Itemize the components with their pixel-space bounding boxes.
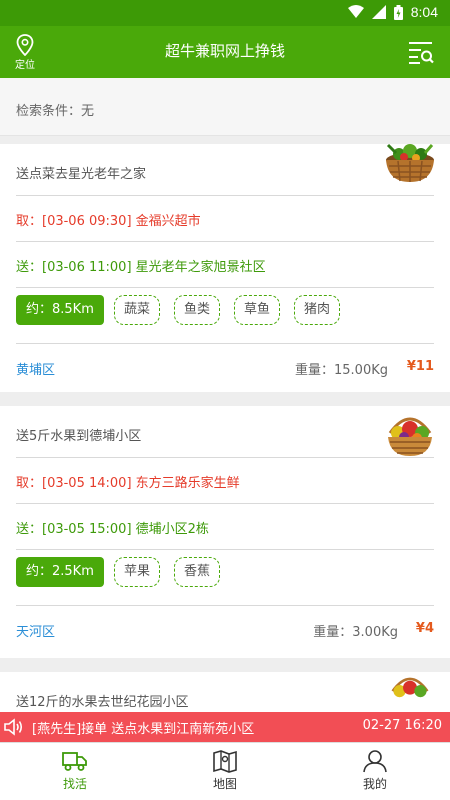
pickup-row: 取：[03-05 14:00] 东方三路乐家生鲜 <box>16 458 434 504</box>
dropoff-row: 送：[03-05 15:00] 德埔小区2栋 <box>16 504 434 550</box>
district-label: 天河区 <box>16 625 56 640</box>
tags-row: 约：2.5Km 苹果 香蕉 <box>16 550 434 606</box>
order-card[interactable]: 送5斤水果到德埔小区 取：[03-05 14:00] 东方三路乐家生鲜 送：[0… <box>0 406 450 658</box>
app-header: 定位 超牛兼职网上挣钱 <box>0 26 450 78</box>
tab-mine[interactable]: 我的 <box>340 749 410 792</box>
tab-map[interactable]: 地图 <box>190 749 260 792</box>
map-icon <box>213 750 237 773</box>
price-label: ¥11 <box>406 359 434 374</box>
order-footer-row: 黄埔区 重量：15.00Kg ¥11 <box>16 344 434 392</box>
status-icons: 8:04 <box>347 4 438 20</box>
goods-tag: 鱼类 <box>174 295 221 325</box>
weight-label: 重量：3.00Kg <box>313 625 398 640</box>
pickup-text: 取：[03-05 14:00] 东方三路乐家生鲜 <box>16 476 240 491</box>
order-title: 送12斤的水果去世纪花园小区 <box>16 695 189 710</box>
pickup-text: 取：[03-06 09:30] 金福兴超市 <box>16 214 201 229</box>
price-label: ¥4 <box>415 621 434 636</box>
goods-tag: 苹果 <box>114 557 161 587</box>
order-title-row: 送点菜去星光老年之家 <box>16 144 434 196</box>
goods-tag: 草鱼 <box>234 295 281 325</box>
ticker-time: 02-27 16:20 <box>362 718 442 733</box>
wifi-icon <box>347 5 364 18</box>
page-title: 超牛兼职网上挣钱 <box>164 42 285 60</box>
tab-label: 找活 <box>62 777 87 791</box>
signal-icon <box>371 5 386 19</box>
dropoff-text: 送：[03-05 15:00] 德埔小区2栋 <box>16 522 209 537</box>
order-card[interactable]: 送12斤的水果去世纪花园小区 <box>0 672 450 712</box>
order-footer-row: 天河区 重量：3.00Kg ¥4 <box>16 606 434 654</box>
distance-badge: 约：2.5Km <box>16 557 104 587</box>
tab-find-work[interactable]: 找活 <box>40 749 110 792</box>
truck-icon <box>62 752 87 771</box>
battery-icon <box>393 4 403 20</box>
fruit-basket-icon <box>388 417 432 456</box>
tab-label: 地图 <box>212 777 237 791</box>
speaker-icon <box>4 718 23 736</box>
order-title-row: 送5斤水果到德埔小区 <box>16 406 434 458</box>
filter-search-button[interactable] <box>408 39 434 65</box>
ticker-message: [燕先生]接单 送点水果到江南新苑小区 <box>32 722 255 737</box>
order-title-row: 送12斤的水果去世纪花园小区 <box>16 672 434 712</box>
filter-list-search-icon <box>409 42 434 64</box>
vegetable-basket-icon <box>386 143 434 182</box>
dropoff-row: 送：[03-06 11:00] 星光老年之家旭景社区 <box>16 242 434 288</box>
order-title: 送点菜去星光老年之家 <box>16 167 147 182</box>
tab-label: 我的 <box>362 777 387 791</box>
status-time: 8:04 <box>410 4 438 20</box>
user-icon <box>363 750 387 773</box>
fruit-basket-icon <box>391 677 429 698</box>
order-notification-ticker[interactable]: [燕先生]接单 送点水果到江南新苑小区 02-27 16:20 <box>0 712 450 742</box>
order-card[interactable]: 送点菜去星光老年之家 取：[03-06 09:30] 金福兴超市 送：[03-0… <box>0 143 450 392</box>
dropoff-text: 送：[03-06 11:00] 星光老年之家旭景社区 <box>16 260 266 275</box>
tags-row: 约：8.5Km 蔬菜 鱼类 草鱼 猪肉 <box>16 288 434 344</box>
goods-tag: 香蕉 <box>174 557 221 587</box>
goods-tag: 蔬菜 <box>114 295 161 325</box>
status-bar: 8:04 <box>0 0 450 26</box>
order-title: 送5斤水果到德埔小区 <box>16 429 142 444</box>
district-label: 黄埔区 <box>16 363 56 378</box>
distance-badge: 约：8.5Km <box>16 295 104 325</box>
weight-label: 重量：15.00Kg <box>295 363 388 378</box>
goods-tag: 猪肉 <box>294 295 341 325</box>
search-condition-text: 检索条件：无 <box>16 104 95 119</box>
search-condition-bar: 检索条件：无 <box>0 78 450 136</box>
bottom-tab-bar: 找活 地图 我的 <box>0 742 450 800</box>
pickup-row: 取：[03-06 09:30] 金福兴超市 <box>16 196 434 242</box>
